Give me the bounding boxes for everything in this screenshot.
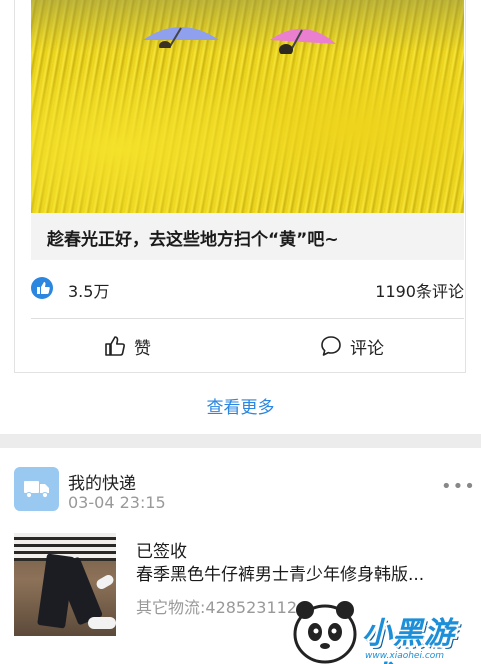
comments-count[interactable]: 1190条评论 [375,278,464,302]
thumbs-up-icon [105,336,125,356]
article-title[interactable]: 趁春光正好，去这些地方扫个“黄”吧~ [47,225,339,250]
thumbnail-shoe [88,617,116,629]
comment-button-label: 评论 [350,338,384,359]
like-badge-icon [31,277,53,299]
divider [31,318,464,319]
truck-icon [14,467,59,511]
comment-button[interactable]: 评论 [320,333,384,359]
pink-umbrella-figure [270,28,336,54]
package-card-title: 我的快递 [68,474,136,494]
stats-row: 3.5万 1190条评论 [31,274,464,304]
watermark-url: www.xiaohei.com [365,651,445,661]
delivery-status: 已签收 [136,542,187,562]
article-title-bar[interactable]: 趁春光正好，去这些地方扫个“黄”吧~ [31,213,464,260]
thumbnail-shoe [94,573,116,591]
likes-count: 3.5万 [68,282,110,301]
like-button-label: 赞 [134,338,151,359]
package-timestamp: 03-04 23:15 [68,493,166,512]
product-name[interactable]: 春季黑色牛仔裤男士青少年修身韩版... [136,560,454,585]
more-dots-icon[interactable]: ••• [441,476,476,497]
product-thumbnail[interactable] [14,533,116,636]
article-image[interactable] [31,0,464,213]
article-card[interactable]: 趁春光正好，去这些地方扫个“黄”吧~ 3.5万 1190条评论 赞 评论 [14,0,466,373]
image-sky-shade [31,0,464,52]
blue-umbrella-figure [143,27,219,48]
tracking-number: 其它物流:4285231124 [136,598,308,617]
like-button[interactable]: 赞 [104,333,151,359]
see-more-link[interactable]: 查看更多 [0,393,481,418]
comment-bubble-icon [321,336,341,356]
section-separator [0,434,481,448]
